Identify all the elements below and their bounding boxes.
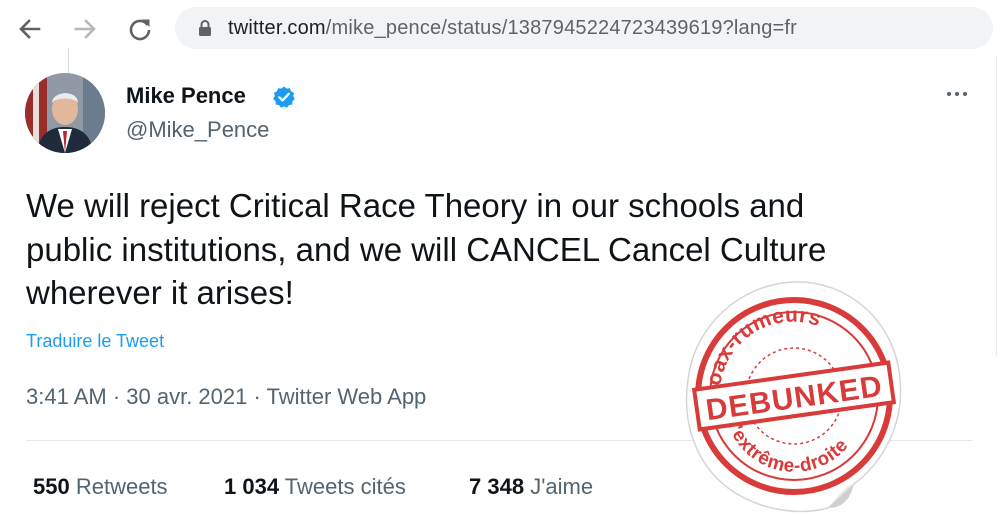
stat-label: Retweets: [75, 474, 168, 499]
verified-badge-icon: [273, 86, 295, 108]
tweet-text-line: public institutions, and we will CANCEL …: [26, 230, 827, 268]
thread-line: [68, 48, 69, 76]
quote-tweets-stat[interactable]: 1 034 Tweets cités: [224, 474, 406, 500]
address-bar[interactable]: twitter.com/mike_pence/status/1387945224…: [175, 7, 993, 49]
forward-button[interactable]: [70, 14, 100, 44]
url-text: twitter.com/mike_pence/status/1387945224…: [228, 17, 797, 40]
arrow-right-icon: [74, 19, 96, 39]
tweet-text-line: We will reject Critical Race Theory in o…: [26, 187, 805, 224]
arrow-left-icon: [19, 19, 41, 39]
stat-label: J'aime: [530, 474, 594, 499]
translate-tweet-link[interactable]: Traduire le Tweet: [26, 331, 164, 352]
debunked-stamp: Hoax-rumeurs d'extrême-droite DEBUNKED: [685, 281, 902, 513]
stat-count: 550: [33, 474, 70, 499]
author-name[interactable]: Mike Pence: [126, 83, 246, 109]
more-dot-icon: [955, 92, 959, 96]
browser-toolbar: twitter.com/mike_pence/status/1387945224…: [0, 0, 1000, 56]
more-dot-icon: [947, 92, 951, 96]
stat-label: Tweets cités: [284, 474, 406, 499]
retweets-stat[interactable]: 550 Retweets: [33, 474, 168, 500]
reload-button[interactable]: [125, 14, 155, 44]
reload-icon: [129, 19, 151, 41]
likes-stat[interactable]: 7 348 J'aime: [469, 474, 593, 500]
author-handle[interactable]: @Mike_Pence: [126, 117, 269, 143]
back-button[interactable]: [15, 14, 45, 44]
more-options-button[interactable]: [940, 82, 974, 106]
lock-icon: [199, 20, 211, 36]
avatar[interactable]: [25, 73, 105, 153]
stat-count: 7 348: [469, 474, 525, 499]
tweet-timestamp[interactable]: 3:41 AM · 30 avr. 2021 · Twitter Web App: [26, 384, 426, 410]
column-border: [996, 56, 997, 356]
url-path: /mike_pence/status/1387945224723439619?l…: [325, 17, 798, 39]
profile-photo: [25, 73, 105, 153]
url-host: twitter.com: [228, 17, 326, 39]
stat-count: 1 034: [224, 474, 280, 499]
more-dot-icon: [963, 92, 967, 96]
